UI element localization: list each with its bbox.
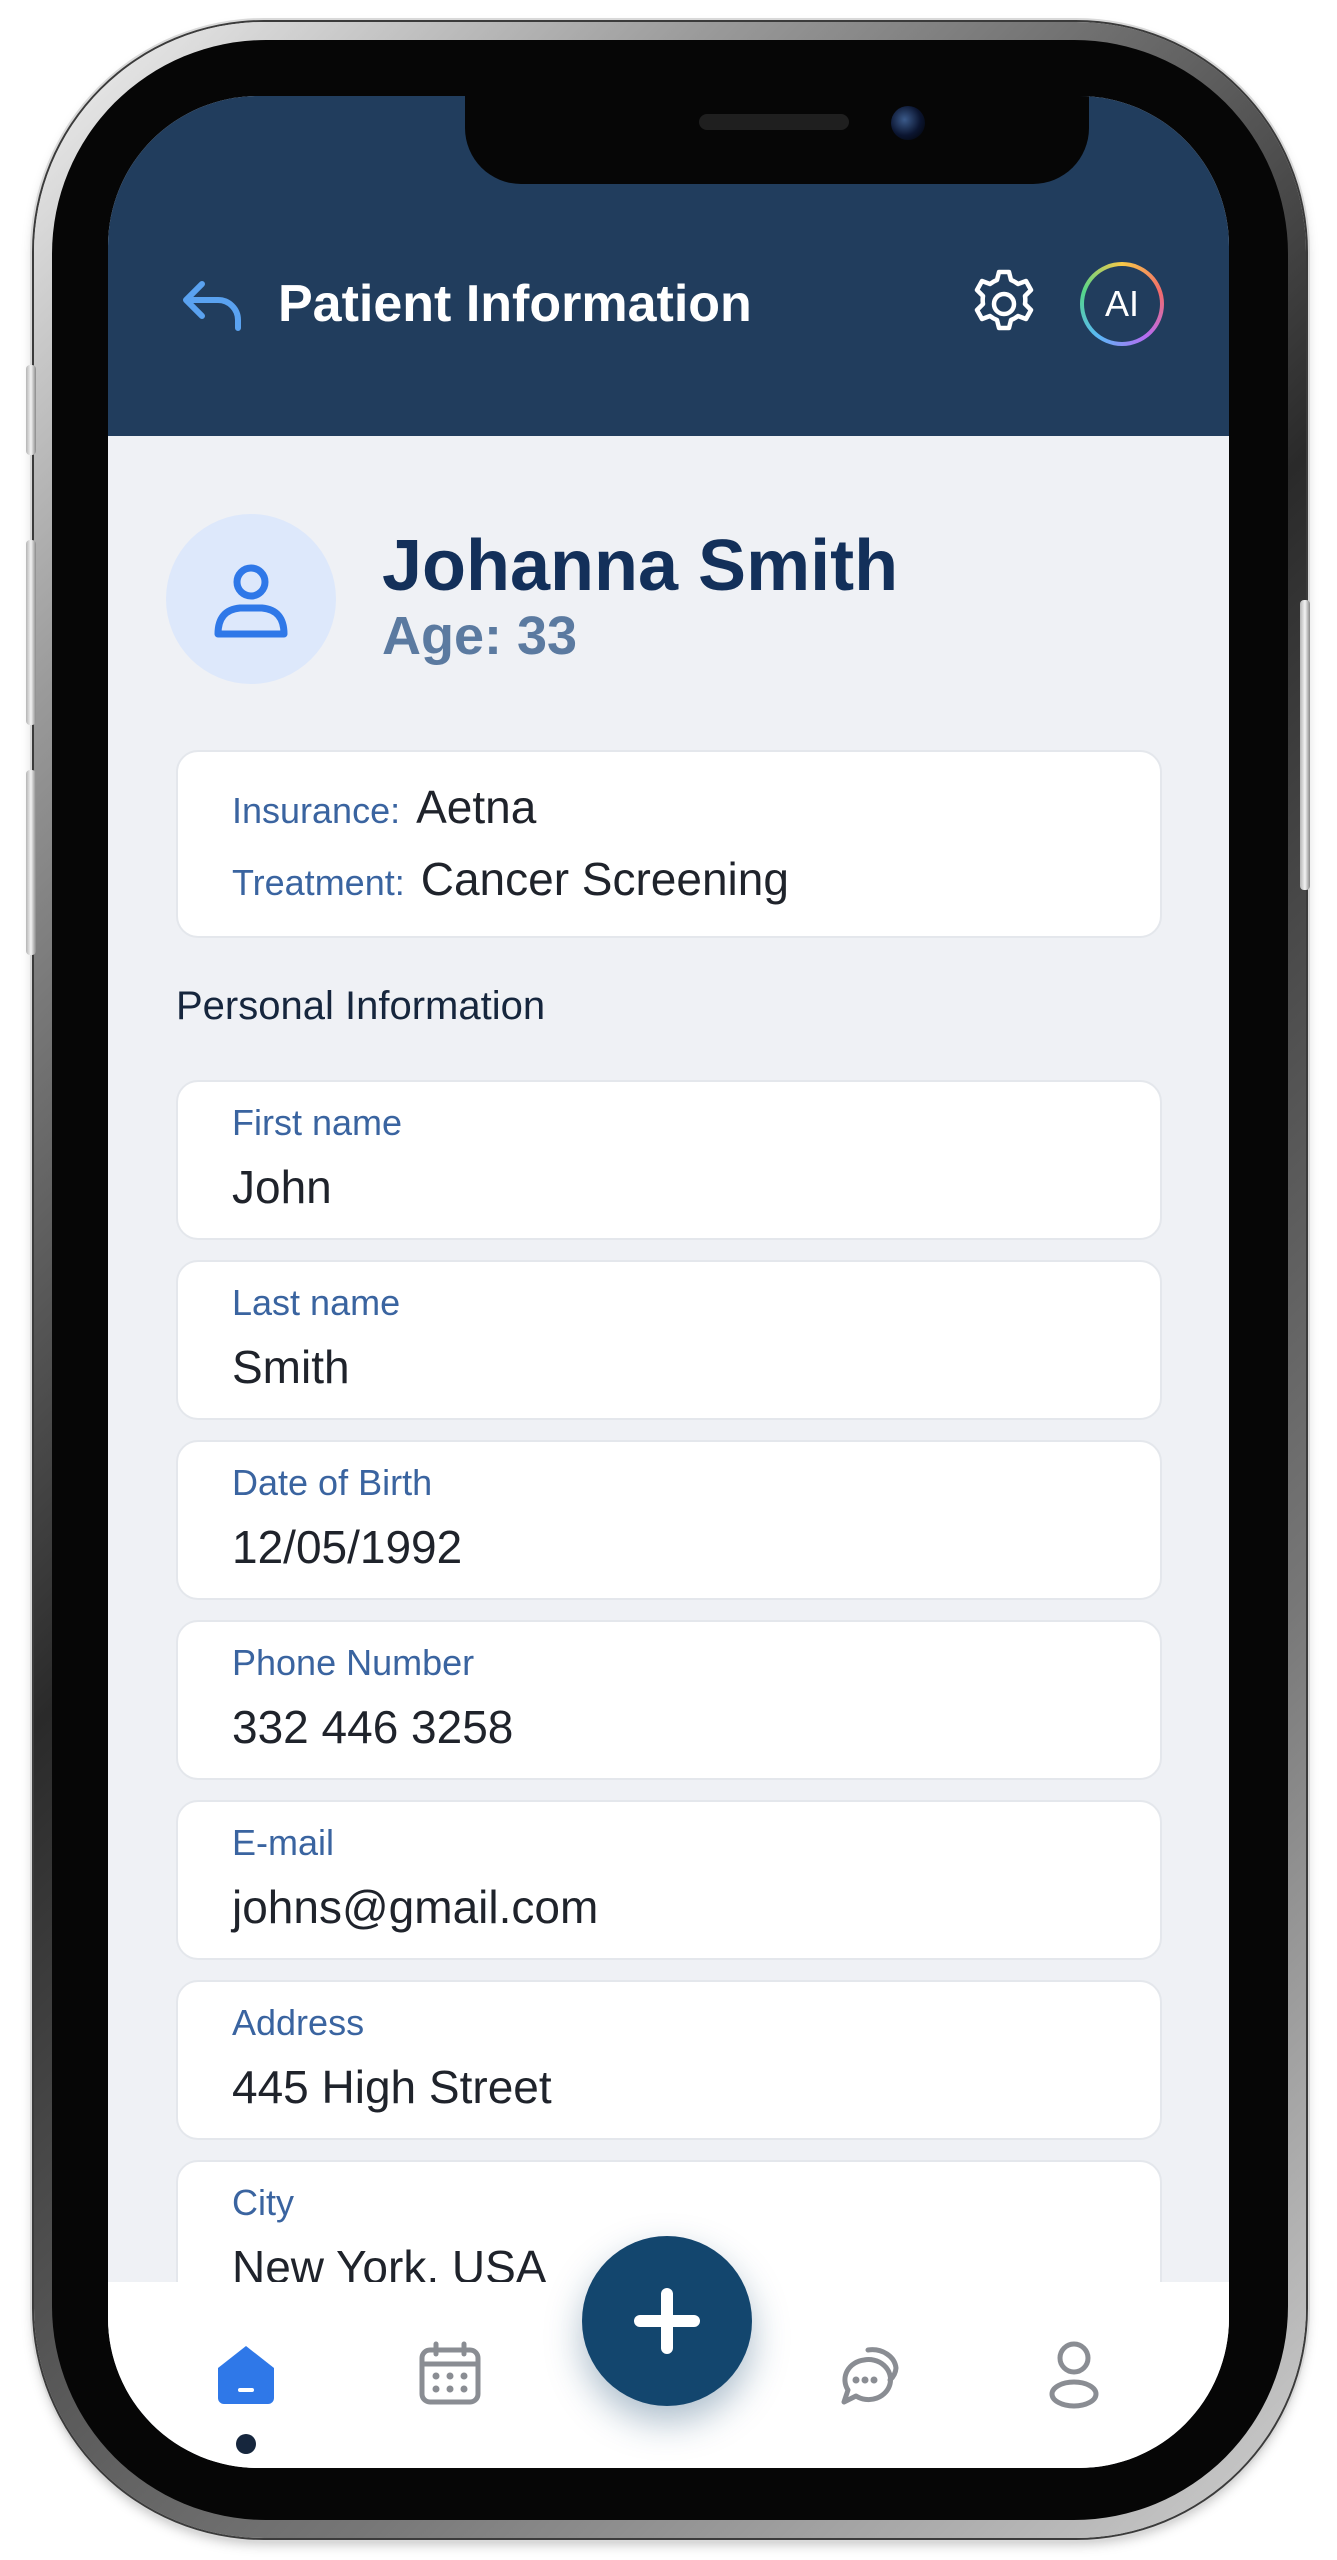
add-button[interactable] bbox=[582, 2236, 752, 2406]
insurance-row: Insurance: Aetna bbox=[232, 780, 536, 834]
nav-profile[interactable] bbox=[1038, 2338, 1110, 2410]
active-indicator-dot bbox=[236, 2434, 256, 2454]
treatment-label: Treatment: bbox=[232, 862, 405, 903]
insurance-value: Aetna bbox=[416, 781, 537, 833]
field-label: First name bbox=[232, 1102, 403, 1143]
patient-age: Age: 33 bbox=[382, 606, 578, 666]
patient-name: Johanna Smith bbox=[382, 526, 899, 606]
page-title: Patient Information bbox=[278, 275, 752, 333]
treatment-value: Cancer Screening bbox=[420, 853, 789, 905]
field-label: City bbox=[232, 2182, 294, 2223]
date-of-birth-field[interactable]: Date of Birth 12/05/1992 bbox=[176, 1440, 1162, 1600]
chat-icon bbox=[841, 2347, 899, 2405]
volume-down-button bbox=[26, 770, 36, 955]
field-value: 12/05/1992 bbox=[232, 1521, 463, 1573]
address-field[interactable]: Address 445 High Street bbox=[176, 1980, 1162, 2140]
speaker-grille bbox=[699, 114, 849, 130]
ai-label: AI bbox=[1084, 266, 1160, 342]
notch bbox=[465, 96, 1089, 184]
back-arrow-icon bbox=[183, 281, 241, 331]
email-field[interactable]: E-mail johns@gmail.com bbox=[176, 1800, 1162, 1960]
volume-up-button bbox=[26, 540, 36, 725]
section-title: Personal Information bbox=[176, 984, 546, 1028]
field-value: johns@gmail.com bbox=[232, 1881, 599, 1933]
field-label: E-mail bbox=[232, 1822, 335, 1863]
field-label: Last name bbox=[232, 1282, 401, 1323]
last-name-field[interactable]: Last name Smith bbox=[176, 1260, 1162, 1420]
insurance-treatment-card: Insurance: Aetna Treatment: Cancer Scree… bbox=[176, 750, 1162, 938]
power-button bbox=[1300, 600, 1310, 890]
front-camera bbox=[891, 106, 925, 140]
calendar-icon bbox=[419, 2341, 481, 2405]
field-value: 332 446 3258 bbox=[232, 1701, 514, 1753]
phone-number-field[interactable]: Phone Number 332 446 3258 bbox=[176, 1620, 1162, 1780]
silent-switch bbox=[26, 365, 36, 455]
profile-icon bbox=[1049, 2341, 1099, 2409]
field-label: Address bbox=[232, 2002, 365, 2043]
field-label: Phone Number bbox=[232, 1642, 475, 1683]
nav-messages[interactable] bbox=[834, 2338, 906, 2410]
patient-avatar bbox=[166, 514, 336, 684]
field-value: 445 High Street bbox=[232, 2061, 552, 2113]
user-icon bbox=[214, 564, 288, 638]
phone-screen: Patient Information AI Johanna Smith Age… bbox=[108, 96, 1229, 2468]
ai-assistant-button[interactable]: AI bbox=[1080, 262, 1164, 346]
gear-icon bbox=[974, 269, 1034, 331]
settings-button[interactable] bbox=[966, 266, 1042, 342]
treatment-row: Treatment: Cancer Screening bbox=[232, 852, 789, 906]
field-value: John bbox=[232, 1161, 332, 1213]
plus-icon bbox=[634, 2288, 700, 2354]
back-button[interactable] bbox=[176, 274, 248, 334]
field-value: Smith bbox=[232, 1341, 350, 1393]
nav-calendar[interactable] bbox=[414, 2338, 486, 2410]
insurance-label: Insurance: bbox=[232, 790, 401, 831]
first-name-field[interactable]: First name John bbox=[176, 1080, 1162, 1240]
nav-home[interactable] bbox=[210, 2338, 282, 2410]
home-icon bbox=[218, 2346, 274, 2404]
field-label: Date of Birth bbox=[232, 1462, 433, 1503]
